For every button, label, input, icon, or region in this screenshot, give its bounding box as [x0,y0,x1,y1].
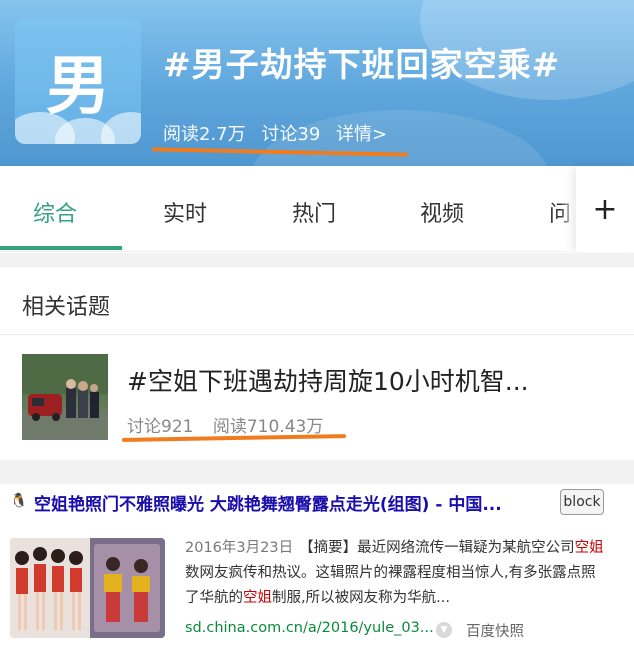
related-topic-thumbnail [22,354,108,440]
related-topic-title: #空姐下班遇劫持周旋10小时机智... [127,367,529,396]
result-thumbnail[interactable] [10,538,165,638]
related-topics-header: 相关话题 [0,267,634,335]
cache-link[interactable]: 百度快照 [466,620,524,641]
topic-details-link[interactable]: 详情> [336,124,387,145]
block-button[interactable]: block [560,489,604,515]
plus-icon: + [592,191,618,227]
section-divider-2 [0,460,634,484]
section-divider [0,253,634,267]
tab-realtime[interactable]: 实时 [163,196,207,228]
snippet-highlight: 空姐 [574,540,604,556]
result-url[interactable]: sd.china.com.cn/a/2016/yule_03... [185,620,434,636]
tab-hot[interactable]: 热门 [292,196,336,228]
related-topics-heading: 相关话题 [22,295,111,320]
avatar-glyph: 男 [46,50,110,124]
result-date: 2016年3月23日 [185,540,294,556]
site-favicon-icon: 🐧 [10,493,28,509]
result-snippet: 2016年3月23日 【摘要】最近网络流传一辑疑为某航空公司空姐 数网友疯传和热议… [185,536,634,611]
topic-discussions: 讨论39 [261,124,321,145]
related-topic-discussions: 讨论921 [127,417,194,437]
active-tab-indicator [0,246,122,250]
snippet-highlight-2: 空姐 [243,590,272,606]
topic-reads: 阅读2.7万 [163,124,246,145]
topic-stats: 阅读2.7万 讨论39 详情> [163,120,397,146]
tab-bar: 综合 实时 热门 视频 问 + [0,166,634,252]
result-title-link[interactable]: 空姐艳照门不雅照曝光 大跳艳舞翘臀露点走光(组图) - 中国... [34,490,502,515]
tab-fade [560,166,576,252]
tab-comprehensive[interactable]: 综合 [33,196,77,228]
snippet-line3: 了华航的 [185,590,243,606]
related-topic-stats: 讨论921 阅读710.43万 [127,412,337,437]
chevron-down-icon[interactable]: ▼ [436,622,452,638]
search-result: 🐧 空姐艳照门不雅照曝光 大跳艳舞翘臀露点走光(组图) - 中国... bloc… [0,484,634,645]
add-tab-button[interactable]: + [576,166,634,252]
related-topic-item[interactable]: #空姐下班遇劫持周旋10小时机智... 讨论921 阅读710.43万 [0,336,634,460]
snippet-line3-end: 制服,所以被网友称为华航... [272,590,450,606]
snippet-line2: 数网友疯传和热议。这辑照片的裸露程度相当惊人,有多张露点照 [185,565,596,581]
snippet-line1: 【摘要】最近网络流传一辑疑为某航空公司 [299,540,575,556]
topic-title: #男子劫持下班回家空乘# [163,45,561,84]
topic-avatar: 男 [15,18,141,144]
tab-video[interactable]: 视频 [420,196,464,228]
topic-header: 男 #男子劫持下班回家空乘# 阅读2.7万 讨论39 详情> [0,0,634,166]
